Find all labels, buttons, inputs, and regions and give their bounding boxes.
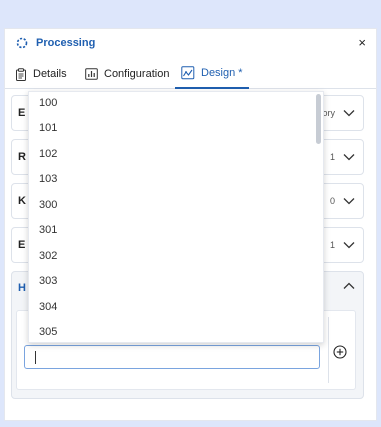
close-button[interactable]: × — [358, 35, 366, 50]
tab-details[interactable]: Details — [15, 59, 67, 89]
field-row-4-label: E — [18, 239, 26, 251]
chevron-up-icon[interactable] — [343, 282, 355, 290]
spinner-icon — [16, 37, 28, 49]
tab-design-label: Design * — [201, 67, 243, 79]
tab-design[interactable]: Design * — [175, 59, 249, 89]
dropdown-option[interactable]: 304 — [39, 301, 57, 313]
chevron-down-icon[interactable] — [343, 109, 355, 117]
dropdown-option[interactable]: 303 — [39, 275, 57, 287]
dropdown-option[interactable]: 305 — [39, 326, 57, 338]
field-row-1-label: E — [18, 107, 26, 119]
dropdown-option[interactable]: 103 — [39, 173, 57, 185]
chevron-down-icon[interactable] — [343, 153, 355, 161]
add-circle-icon[interactable] — [333, 345, 347, 359]
bar-chart-icon — [85, 68, 98, 80]
panel-header: Processing × — [5, 29, 376, 57]
field-row-3-label: K — [18, 195, 26, 207]
field-row-3-value: 0 — [329, 196, 335, 206]
field-row-2-value: 1 — [329, 152, 335, 162]
tab-configuration[interactable]: Configuration — [85, 59, 169, 89]
tab-details-label: Details — [33, 68, 67, 80]
chevron-down-icon[interactable] — [343, 197, 355, 205]
dropdown-option[interactable]: 102 — [39, 148, 57, 160]
divider — [328, 317, 329, 383]
value-input[interactable] — [24, 345, 320, 369]
dropdown-scrollbar[interactable] — [316, 94, 321, 144]
dropdown-option[interactable]: 100 — [39, 97, 57, 109]
chevron-down-icon[interactable] — [343, 241, 355, 249]
dropdown-option[interactable]: 301 — [39, 224, 57, 236]
panel-title: Processing — [36, 37, 96, 49]
design-icon — [181, 66, 195, 80]
dropdown-option[interactable]: 302 — [39, 250, 57, 262]
field-row-2-label: R — [18, 151, 26, 163]
value-dropdown-list[interactable]: 100 101 102 103 300 301 302 303 304 305 — [28, 91, 324, 343]
tab-configuration-label: Configuration — [104, 68, 170, 80]
expanded-section-label: H — [18, 282, 26, 294]
clipboard-icon — [16, 67, 26, 81]
dropdown-option[interactable]: 300 — [39, 199, 57, 211]
dropdown-option[interactable]: 101 — [39, 122, 57, 134]
text-caret — [35, 351, 36, 364]
field-row-4-value: 1 — [329, 240, 335, 250]
tab-bar: Details Configuration Design * — [5, 59, 376, 89]
